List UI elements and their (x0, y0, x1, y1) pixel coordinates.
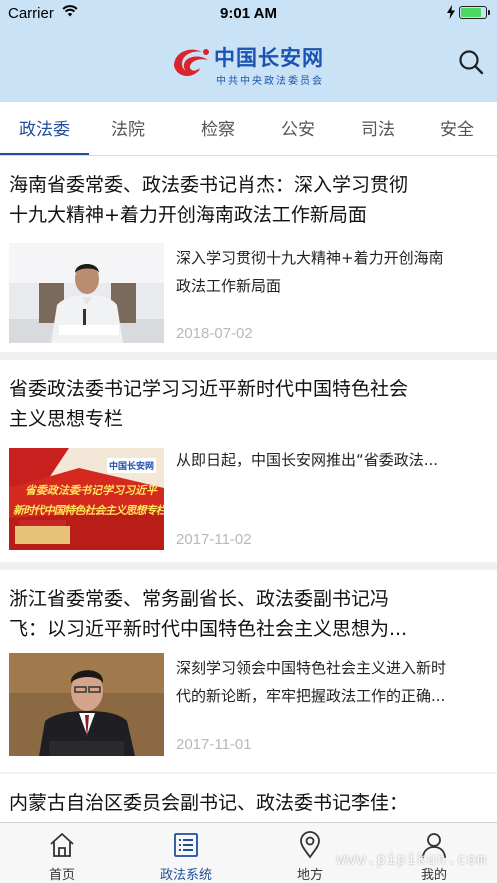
article-item[interactable]: 内蒙古自治区委员会副书记、政法委书记李佳： 高举旗帜，维护核心，以新的精神状态和… (0, 774, 497, 822)
tabbar-label: 首页 (48, 868, 75, 883)
tabbar-label: 政法系统 (159, 868, 212, 883)
article-summary: 深刻学习领会中国特色社会主义进入新时 代的新论断，牢牢把握政法工作的正确... (176, 659, 447, 705)
status-bar: Carrier 9:01 AM (0, 0, 497, 28)
article-thumbnail[interactable] (9, 243, 164, 343)
tab-sifa[interactable]: 司法 (338, 102, 418, 155)
app-header: 中国长安网 中共中央政法委员会 (0, 28, 497, 102)
article-thumbnail[interactable] (9, 653, 164, 756)
article-date: 2017-11-02 (176, 531, 252, 548)
article-summary: 从即日起，中国长安网推出“省委政法... (176, 451, 439, 469)
logo-subtitle: 中共中央政法委员会 (216, 76, 324, 87)
article-item[interactable]: 省委政法委书记学习习近平新时代中国特色社会 主义思想专栏 中国长安网 省委政法委… (0, 360, 497, 570)
speaker-photo-image (9, 653, 164, 756)
article-item[interactable]: 海南省委常委、政法委书记肖杰：深入学习贯彻 十九大精神+着力开创海南政法工作新局… (0, 156, 497, 360)
article-thumbnail[interactable]: 中国长安网 省委政法委书记学习习近平 新时代中国特色社会主义思想专栏 (9, 448, 164, 550)
watermark: www.pipikun.com (336, 850, 487, 868)
tabbar-home[interactable]: 首页 (0, 823, 124, 883)
article-date: 2017-11-01 (176, 736, 252, 753)
banner-line-1: 省委政法委书记学习习近平 (25, 484, 157, 497)
article-summary: 深入学习贯彻十九大精神+着力开创海南 政法工作新局面 (176, 249, 444, 295)
article-date: 2018-07-02 (176, 325, 253, 342)
charging-icon (447, 5, 455, 19)
list-icon (174, 833, 198, 857)
banner-logo-text: 中国长安网 (107, 458, 157, 473)
clock: 9:01 AM (220, 5, 277, 22)
banner-line-2: 新时代中国特色社会主义思想专栏 (13, 504, 164, 517)
battery-fill (461, 8, 481, 17)
search-icon[interactable] (457, 48, 485, 76)
article-title[interactable]: 内蒙古自治区委员会副书记、政法委书记李佳： 高举旗帜，维护核心，以新的精神状态和… (9, 788, 484, 822)
portrait-photo-image (9, 243, 164, 343)
tab-anquan[interactable]: 安全 (418, 102, 496, 155)
home-icon (50, 833, 74, 857)
article-title[interactable]: 浙江省委常委、常务副省长、政法委副书记冯 飞：以习近平新时代中国特色社会主义思想… (9, 584, 484, 644)
article-feed[interactable]: 海南省委常委、政法委书记肖杰：深入学习贯彻 十九大精神+着力开创海南政法工作新局… (0, 156, 497, 822)
article-item[interactable]: 浙江省委常委、常务副省长、政法委副书记冯 飞：以习近平新时代中国特色社会主义思想… (0, 570, 497, 780)
location-pin-icon (300, 831, 320, 859)
app-logo[interactable]: 中国长安网 中共中央政法委员会 (170, 42, 330, 88)
category-tabs: 政法委 法院 检察 公安 司法 安全 (0, 102, 497, 156)
article-title[interactable]: 海南省委常委、政法委书记肖杰：深入学习贯彻 十九大精神+着力开创海南政法工作新局… (9, 170, 484, 230)
tab-gongan[interactable]: 公安 (258, 102, 338, 155)
battery-icon (459, 6, 490, 19)
tabbar-system[interactable]: 政法系统 (124, 823, 248, 883)
article-title[interactable]: 省委政法委书记学习习近平新时代中国特色社会 主义思想专栏 (9, 374, 484, 434)
tab-fayuan[interactable]: 法院 (89, 102, 167, 155)
logo-title: 中国长安网 (214, 46, 324, 70)
tab-zhengfawei[interactable]: 政法委 (0, 102, 89, 155)
tab-jiancha[interactable]: 检察 (178, 102, 258, 155)
logo-mark-icon (174, 49, 209, 76)
